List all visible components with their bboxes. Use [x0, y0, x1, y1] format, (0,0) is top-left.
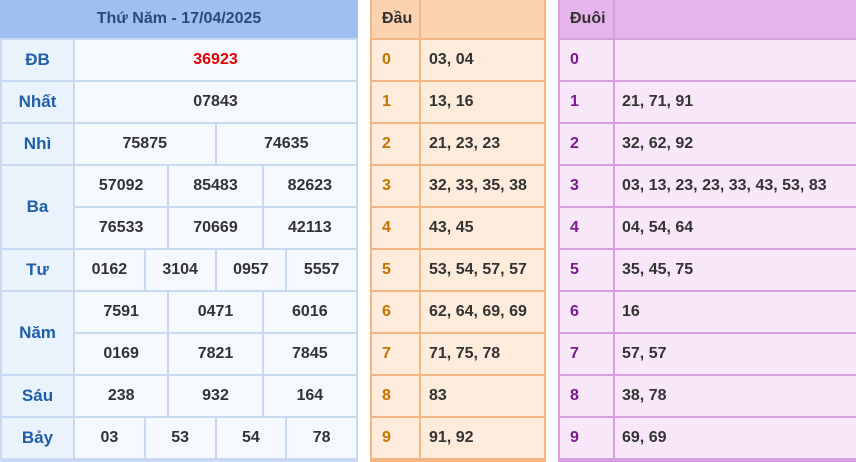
dau-digit: 4	[372, 208, 419, 248]
prize-number: 54	[216, 418, 286, 458]
dau-table: Đầu 0 03, 04 1 13, 16 2 21, 23, 23 3 32, 33, 35…	[370, 0, 546, 462]
prize-number: 0169	[75, 334, 168, 374]
dau-values: 32, 33, 35, 38	[421, 166, 544, 206]
prize-number: 0471	[169, 292, 262, 332]
duoi-values: 35, 45, 75	[615, 250, 856, 290]
dau-header-values	[421, 0, 544, 38]
prize-number-row: 238 932 164	[75, 376, 356, 416]
prize-number: 7845	[263, 334, 356, 374]
dau-digit: 0	[372, 40, 419, 80]
duoi-values: 38, 78	[615, 376, 856, 416]
duoi-digit: 6	[560, 292, 613, 332]
dau-digit: 5	[372, 250, 419, 290]
duoi-values: 16	[615, 292, 856, 332]
prize-number-row: 07843	[75, 82, 356, 122]
prize-number: 932	[169, 376, 262, 416]
duoi-header: Đuôi	[560, 0, 613, 38]
dau-values: 62, 64, 69, 69	[421, 292, 544, 332]
duoi-digit: 9	[560, 418, 613, 458]
dau-digit: 9	[372, 418, 419, 458]
prize-label: Sáu	[2, 376, 73, 416]
prize-number-row: 0162 3104 0957 5557	[75, 250, 356, 290]
duoi-values: 03, 13, 23, 23, 33, 43, 53, 83	[615, 166, 856, 206]
duoi-values: 04, 54, 64	[615, 208, 856, 248]
prize-number-row: 76533 70669 42113	[75, 208, 356, 248]
duoi-table: Đuôi 0 1 21, 71, 91 2 32, 62, 92 3 03, 13, 23,…	[558, 0, 856, 462]
dau-digit: 2	[372, 124, 419, 164]
prize-number-row: 03 53 54 78	[75, 418, 356, 458]
prize-number: 42113	[263, 208, 356, 248]
dau-values: 13, 16	[421, 82, 544, 122]
prize-number: 76533	[75, 208, 168, 248]
dau-digit: 8	[372, 376, 419, 416]
dau-digit: 7	[372, 334, 419, 374]
prize-label: ĐB	[2, 40, 73, 80]
prize-number: 3104	[145, 250, 215, 290]
prize-number: 78	[287, 418, 356, 458]
prize-label: Tư	[2, 250, 73, 290]
duoi-digit: 8	[560, 376, 613, 416]
dau-digit: 1	[372, 82, 419, 122]
dau-values: 71, 75, 78	[421, 334, 544, 374]
duoi-digit: 4	[560, 208, 613, 248]
prize-number: 53	[145, 418, 215, 458]
dau-digit: 3	[372, 166, 419, 206]
prize-number: 6016	[263, 292, 356, 332]
prize-number: 164	[263, 376, 356, 416]
prize-label: Nhất	[2, 82, 73, 122]
duoi-digit: 0	[560, 40, 613, 80]
dau-values: 53, 54, 57, 57	[421, 250, 544, 290]
duoi-values: 21, 71, 91	[615, 82, 856, 122]
prize-number: 57092	[75, 166, 168, 206]
prize-number: 85483	[169, 166, 262, 206]
prize-label: Năm	[2, 292, 73, 374]
prize-number-row: 75875 74635	[75, 124, 356, 164]
prize-number-row: 7591 0471 6016	[75, 292, 356, 332]
prize-number-row: 57092 85483 82623	[75, 166, 356, 206]
prize-number: 7821	[169, 334, 262, 374]
duoi-values: 32, 62, 92	[615, 124, 856, 164]
prize-label: Bảy	[2, 418, 73, 458]
prize-number: 0957	[216, 250, 286, 290]
results-table: Thứ Năm - 17/04/2025 ĐB 36923 Nhất 07843 Nhì…	[0, 0, 358, 462]
prize-number: 7591	[75, 292, 168, 332]
special-prize-number: 36923	[75, 40, 356, 80]
prize-number: 03	[75, 418, 144, 458]
duoi-values: 69, 69	[615, 418, 856, 458]
duoi-values: 57, 57	[615, 334, 856, 374]
prize-number-row: 36923	[75, 40, 356, 80]
duoi-digit: 7	[560, 334, 613, 374]
prize-label: Ba	[2, 166, 73, 248]
dau-digit: 6	[372, 292, 419, 332]
duoi-values	[615, 40, 856, 80]
duoi-digit: 2	[560, 124, 613, 164]
dau-values: 43, 45	[421, 208, 544, 248]
prize-number: 75875	[75, 124, 215, 164]
prize-number: 74635	[216, 124, 356, 164]
prize-number: 5557	[287, 250, 356, 290]
results-date-header: Thứ Năm - 17/04/2025	[0, 0, 358, 38]
prize-label: Nhì	[2, 124, 73, 164]
dau-values: 21, 23, 23	[421, 124, 544, 164]
prize-number: 82623	[263, 166, 356, 206]
prize-number: 07843	[75, 82, 356, 122]
dau-values: 83	[421, 376, 544, 416]
prize-number: 238	[75, 376, 168, 416]
prize-number: 0162	[75, 250, 144, 290]
dau-header: Đầu	[372, 0, 419, 38]
duoi-header-values	[615, 0, 856, 38]
prize-number: 70669	[169, 208, 262, 248]
dau-values: 03, 04	[421, 40, 544, 80]
prize-number-row: 0169 7821 7845	[75, 334, 356, 374]
dau-values: 91, 92	[421, 418, 544, 458]
duoi-digit: 5	[560, 250, 613, 290]
duoi-digit: 1	[560, 82, 613, 122]
duoi-digit: 3	[560, 166, 613, 206]
